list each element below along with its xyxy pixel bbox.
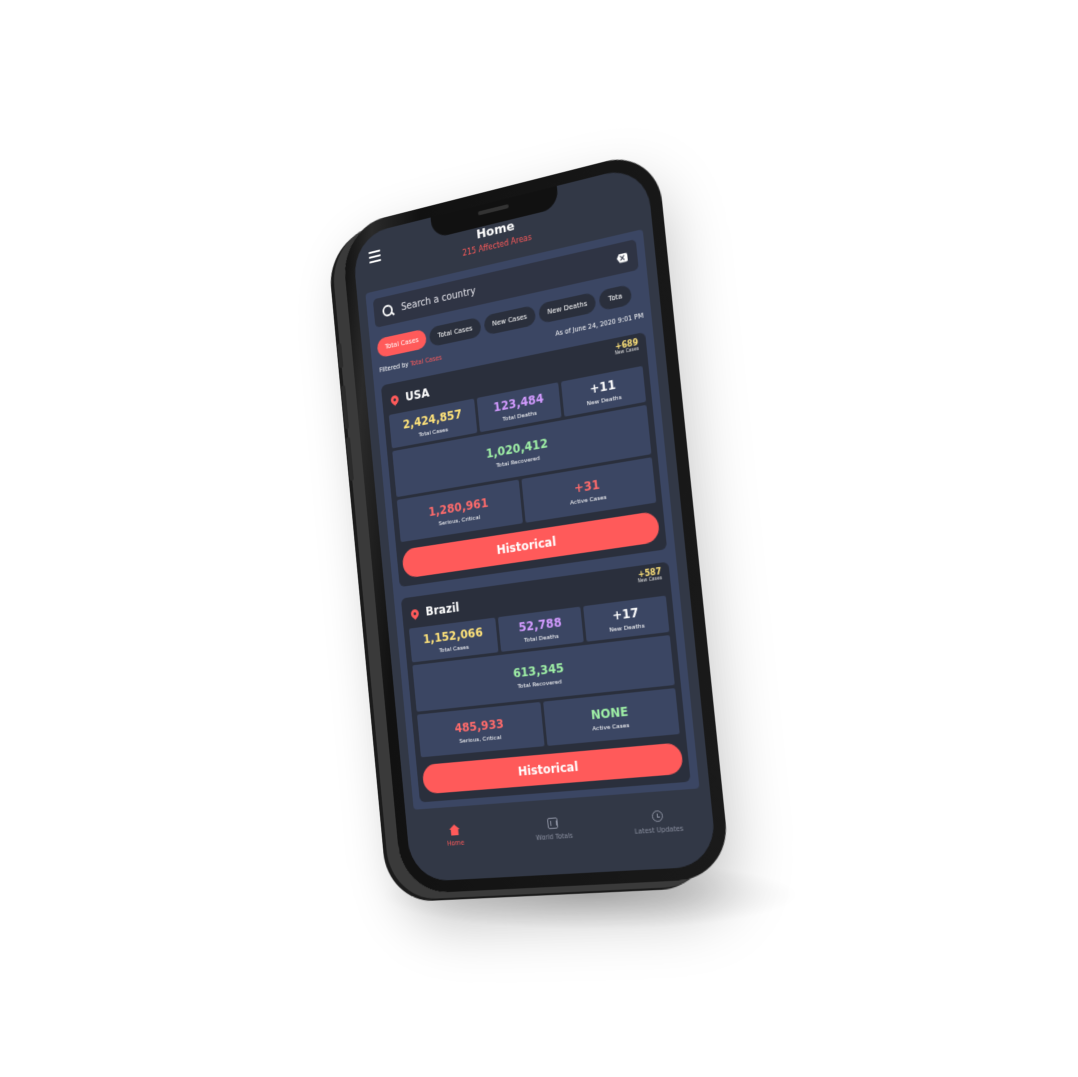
country-card-brazil: Brazil +587 New Cases 1,152,066 Total Ca… [400, 561, 691, 803]
search-icon [382, 304, 393, 318]
location-pin-icon [409, 607, 421, 620]
phone-mockup: Home 215 Affected Areas × Total Cases To… [337, 148, 732, 895]
phone-body: Home 215 Affected Areas × Total Cases To… [337, 148, 732, 895]
clear-search-icon[interactable]: × [616, 252, 628, 264]
nav-home[interactable]: Home [423, 822, 487, 849]
country-name: USA [404, 385, 430, 404]
nav-home-label: Home [446, 838, 465, 848]
chip-total-cases-active[interactable]: Total Cases [376, 328, 428, 359]
volume-up-button [340, 385, 350, 430]
new-deaths-cell: +17 New Deaths [583, 595, 670, 642]
bar-chart-icon [547, 817, 559, 830]
filtered-by-label: Filtered by [379, 360, 409, 375]
chip-total-cases[interactable]: Total Cases [428, 316, 482, 348]
serious-critical-cell: 485,933 Serious, Critical [416, 702, 545, 758]
location-pin-icon [389, 393, 401, 406]
active-cases-cell: NONE Active Cases [542, 688, 680, 746]
nav-latest-updates-label: Latest Updates [634, 824, 684, 836]
chip-new-deaths[interactable]: New Deaths [538, 291, 597, 324]
country-card-usa: USA +689 New Cases 2,424,857 Total Cases… [380, 331, 668, 588]
country-name: Brazil [424, 600, 460, 619]
filtered-by-text: Filtered by Total Cases [379, 354, 442, 375]
app-screen: Home 215 Affected Areas × Total Cases To… [351, 163, 718, 883]
mute-switch [337, 343, 344, 369]
filtered-by-value: Total Cases [409, 353, 443, 368]
total-deaths-cell: 52,788 Total Deaths [497, 606, 585, 652]
chip-new-cases[interactable]: New Cases [483, 304, 537, 336]
volume-down-button [345, 436, 354, 482]
clock-icon [651, 810, 664, 823]
nav-world-totals-label: World Totals [535, 831, 574, 843]
nav-latest-updates[interactable]: Latest Updates [623, 808, 695, 837]
nav-world-totals[interactable]: World Totals [520, 815, 588, 843]
main-content: × Total Cases Total Cases New Cases New … [365, 229, 700, 810]
home-icon [449, 824, 461, 836]
chip-total-truncated[interactable]: Tota [598, 284, 633, 312]
